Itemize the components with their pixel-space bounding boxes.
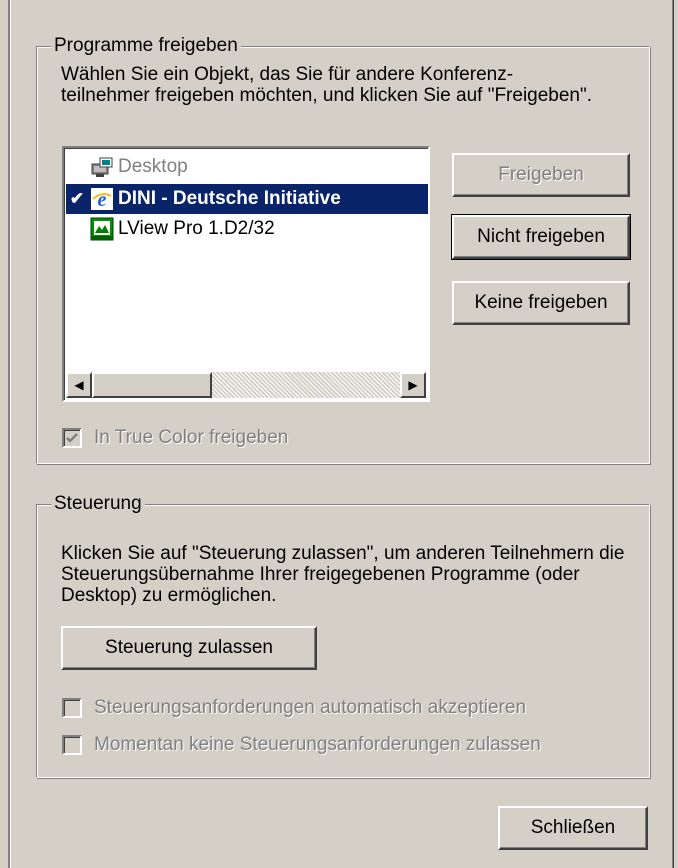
list-item-label: LView Pro 1.D2/32	[118, 218, 275, 239]
allow-control-button-label: Steuerung zulassen	[105, 637, 273, 658]
share-description: Wählen Sie ein Objekt, das Sie für ander…	[61, 64, 593, 106]
list-item-label: Desktop	[118, 156, 188, 177]
no-requests-label: Momentan keine Steuerungsanforderungen z…	[94, 734, 541, 755]
checkmark-icon: ✔	[69, 189, 85, 208]
window-left-edge	[0, 0, 11, 868]
desktop-icon	[88, 155, 116, 179]
window-right-edge	[672, 0, 674, 868]
scroll-right-icon[interactable]: ▶	[400, 372, 426, 398]
scroll-left-icon[interactable]: ◀	[66, 372, 92, 398]
horizontal-scrollbar[interactable]: ◀ ▶	[66, 372, 426, 398]
share-button[interactable]: Freigeben	[452, 153, 630, 197]
list-item-selected[interactable]: ✔ e DINI - Deutsche Initiative	[66, 184, 428, 214]
close-button[interactable]: Schließen	[498, 806, 648, 850]
control-description: Klicken Sie auf "Steuerung zulassen", um…	[61, 543, 625, 606]
unshare-all-button[interactable]: Keine freigeben	[452, 281, 630, 325]
internet-explorer-icon: e	[88, 187, 116, 211]
allow-control-button[interactable]: Steuerung zulassen	[61, 626, 317, 670]
share-group-label: Programme freigeben	[51, 34, 241, 58]
checkbox-empty-icon	[62, 735, 82, 755]
list-item[interactable]: LView Pro 1.D2/32	[66, 214, 428, 244]
checkbox-checked-icon	[62, 428, 82, 448]
unshare-all-button-label: Keine freigeben	[474, 292, 608, 313]
svg-text:e: e	[98, 189, 107, 211]
auto-accept-checkbox[interactable]: Steuerungsanforderungen automatisch akze…	[62, 697, 526, 719]
close-button-label: Schließen	[530, 817, 616, 838]
lview-pro-icon	[88, 217, 116, 241]
control-group-label: Steuerung	[51, 492, 145, 516]
checkbox-empty-icon	[62, 698, 82, 718]
true-color-checkbox[interactable]: In True Color freigeben	[62, 427, 288, 449]
list-item[interactable]: Desktop	[66, 152, 428, 182]
no-requests-checkbox[interactable]: Momentan keine Steuerungsanforderungen z…	[62, 734, 541, 756]
share-button-label: Freigeben	[498, 164, 584, 185]
unshare-button-label: Nicht freigeben	[477, 226, 605, 247]
scrollbar-thumb[interactable]	[92, 372, 212, 398]
program-list[interactable]: Desktop ✔ e DINI - Deutsche Initiative L…	[62, 146, 430, 402]
unshare-button[interactable]: Nicht freigeben	[451, 214, 631, 260]
auto-accept-label: Steuerungsanforderungen automatisch akze…	[94, 697, 527, 718]
true-color-label: In True Color freigeben	[94, 427, 289, 448]
list-item-label: DINI - Deutsche Initiative	[118, 188, 341, 209]
